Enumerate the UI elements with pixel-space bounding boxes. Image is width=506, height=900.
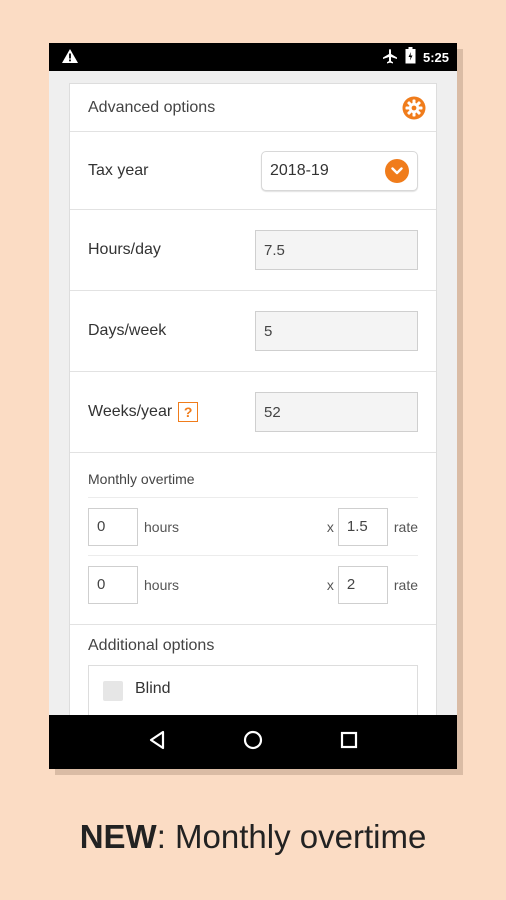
hours-day-row: Hours/day 7.5	[70, 210, 436, 291]
caption-text: : Monthly overtime	[156, 818, 427, 855]
weeks-year-field[interactable]: 52	[255, 392, 418, 432]
app-content: Advanced options Tax year 2018-19 Hours/…	[49, 71, 457, 715]
weeks-year-label: Weeks/year	[88, 403, 173, 420]
warning-icon	[61, 48, 79, 67]
clock: 5:25	[422, 49, 449, 65]
phone-frame: 5:25 Advanced options Tax year 2018-19 H…	[49, 43, 457, 769]
home-icon[interactable]	[242, 729, 264, 756]
additional-options-title: Additional options	[88, 637, 215, 654]
chevron-down-icon	[385, 158, 409, 183]
back-icon[interactable]	[146, 729, 168, 756]
weeks-year-row: Weeks/year ? 52	[70, 372, 436, 453]
monthly-overtime-title: Monthly overtime	[88, 453, 418, 498]
tax-year-select[interactable]: 2018-19	[261, 150, 418, 191]
gear-icon[interactable]	[402, 96, 426, 125]
airplane-icon	[382, 48, 398, 67]
tax-year-label: Tax year	[88, 161, 149, 179]
days-week-field[interactable]: 5	[255, 311, 418, 351]
days-week-label: Days/week	[88, 322, 167, 339]
monthly-overtime-section: Monthly overtime 0 hours x 1.5 rate 0 ho…	[70, 453, 436, 625]
recents-icon[interactable]	[338, 729, 360, 756]
blind-checkbox[interactable]	[103, 681, 123, 701]
rate-label: rate	[393, 576, 418, 593]
promo-caption: NEW: Monthly overtime	[0, 818, 506, 856]
overtime-row: 0 hours x 1.5 rate	[88, 498, 418, 556]
multiply-label: x	[326, 518, 334, 535]
help-icon[interactable]: ?	[178, 402, 199, 422]
status-bar: 5:25	[49, 43, 457, 71]
overtime-rate-field[interactable]: 1.5	[337, 507, 388, 546]
options-card: Advanced options Tax year 2018-19 Hours/…	[69, 83, 437, 715]
multiply-label: x	[326, 576, 334, 593]
caption-bold: NEW	[79, 818, 157, 855]
tax-year-value: 2018-19	[270, 161, 329, 179]
overtime-row: 0 hours x 2 rate	[88, 556, 418, 613]
overtime-rate-field[interactable]: 2	[337, 565, 388, 604]
weeks-year-label-group: Weeks/year ?	[88, 402, 255, 422]
additional-options-box: Blind	[88, 665, 418, 715]
advanced-options-header: Advanced options	[70, 84, 436, 132]
overtime-hours-field[interactable]: 0	[88, 507, 138, 546]
navigation-bar	[49, 715, 457, 769]
tax-year-row: Tax year 2018-19	[70, 132, 436, 210]
overtime-hours-field[interactable]: 0	[88, 565, 138, 604]
additional-options-section: Additional options Blind	[70, 625, 436, 715]
hours-label: hours	[144, 576, 180, 593]
battery-icon	[405, 47, 416, 67]
hours-day-label: Hours/day	[88, 241, 161, 258]
hours-day-field[interactable]: 7.5	[255, 230, 418, 270]
rate-label: rate	[393, 518, 418, 535]
blind-label: Blind	[135, 680, 171, 697]
days-week-row: Days/week 5	[70, 291, 436, 372]
advanced-options-title: Advanced options	[88, 98, 216, 116]
hours-label: hours	[144, 518, 180, 535]
